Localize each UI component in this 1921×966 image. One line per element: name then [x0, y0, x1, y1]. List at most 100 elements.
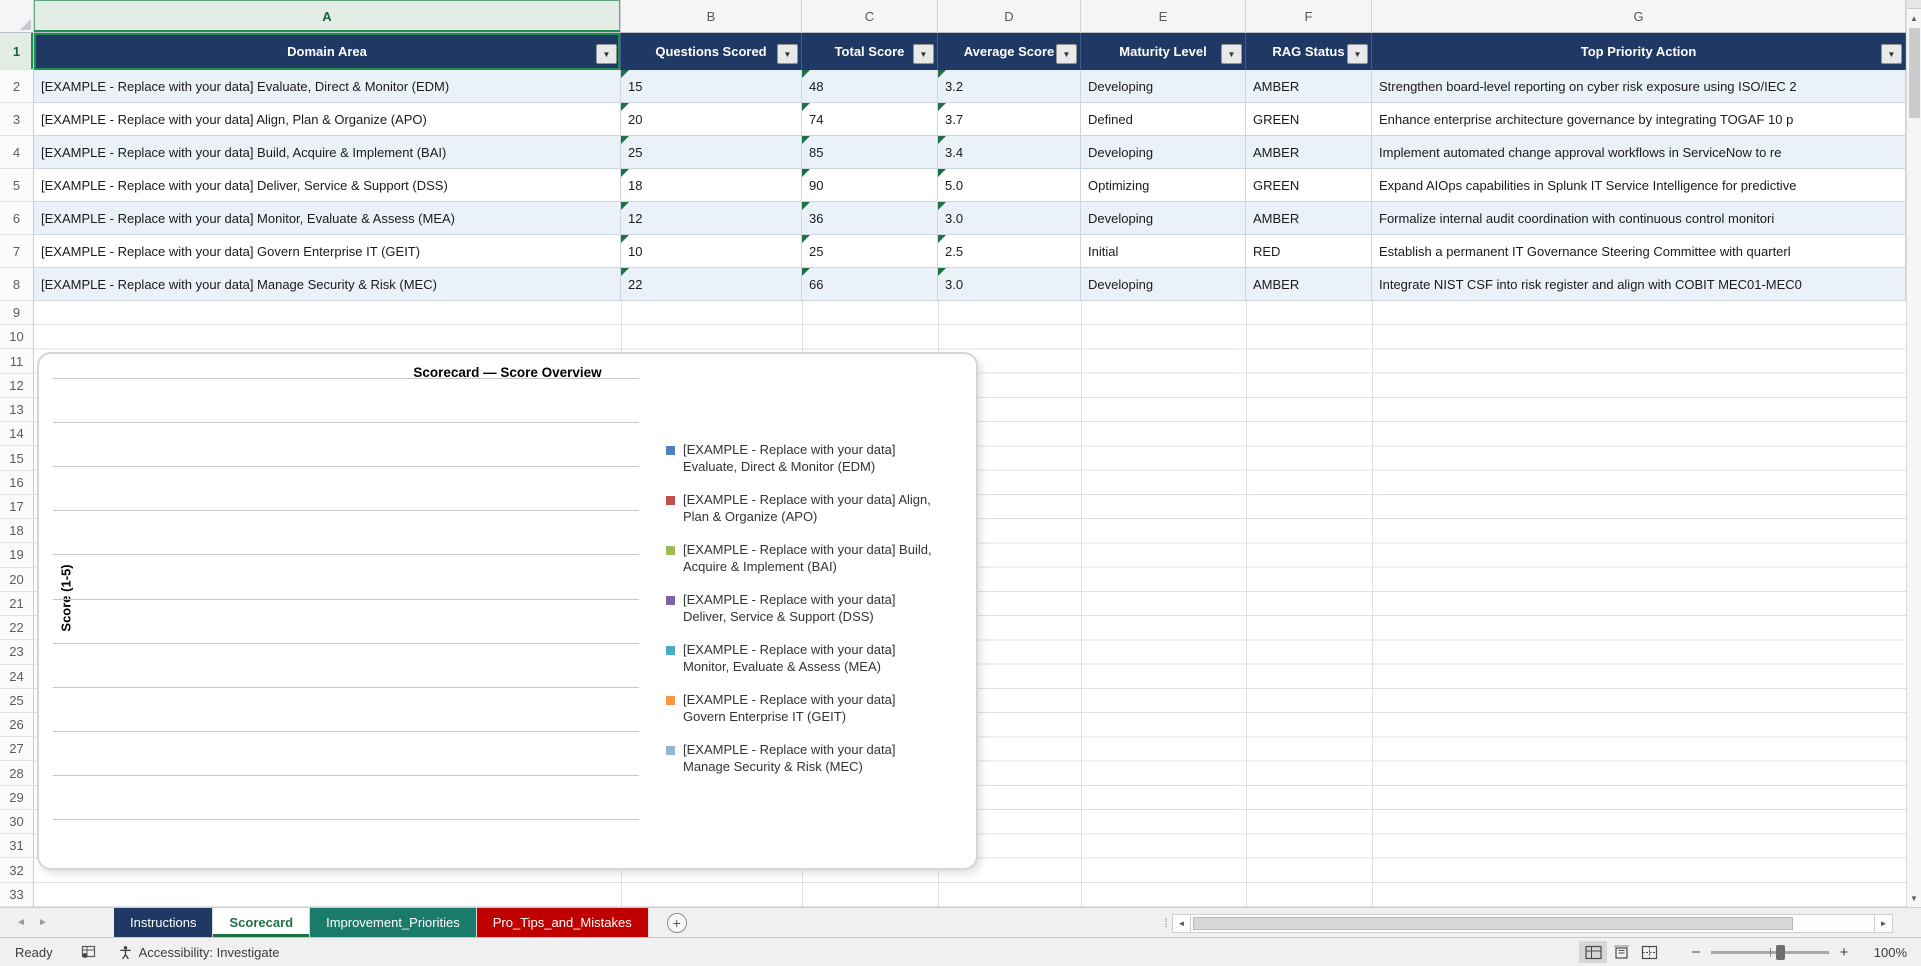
embedded-chart[interactable]: Scorecard — Score Overview Score (1-5) [… — [37, 352, 978, 870]
cell-G8[interactable]: Integrate NIST CSF into risk register an… — [1372, 268, 1906, 301]
column-header-A[interactable]: A — [34, 0, 621, 32]
cell-A7[interactable]: [EXAMPLE - Replace with your data] Gover… — [34, 235, 621, 268]
sheet-nav-left-button[interactable]: ◄ — [10, 917, 32, 928]
filter-button-maturity-level[interactable]: ▼ — [1221, 44, 1242, 64]
zoom-slider[interactable] — [1711, 951, 1829, 954]
tab-split-handle[interactable]: ⁞ — [1160, 916, 1172, 930]
cell-F8[interactable]: AMBER — [1246, 268, 1372, 301]
row-header-1[interactable]: 1 — [0, 33, 33, 70]
cell-C8[interactable]: 66 — [802, 268, 938, 301]
row-header-6[interactable]: 6 — [0, 202, 33, 235]
row-header-24[interactable]: 24 — [0, 665, 33, 689]
cell-D4[interactable]: 3.4 — [938, 136, 1081, 169]
column-header-B[interactable]: B — [621, 0, 802, 32]
filter-button-domain-area[interactable]: ▼ — [596, 44, 617, 64]
filter-button-average-score[interactable]: ▼ — [1056, 44, 1077, 64]
cell-F6[interactable]: AMBER — [1246, 202, 1372, 235]
page-layout-view-button[interactable] — [1607, 941, 1635, 963]
cell-E5[interactable]: Optimizing — [1081, 169, 1246, 202]
cell-F4[interactable]: AMBER — [1246, 136, 1372, 169]
cell-G7[interactable]: Establish a permanent IT Governance Stee… — [1372, 235, 1906, 268]
row-header-12[interactable]: 12 — [0, 374, 33, 398]
cell-G6[interactable]: Formalize internal audit coordination wi… — [1372, 202, 1906, 235]
row-header-5[interactable]: 5 — [0, 169, 33, 202]
row-header-20[interactable]: 20 — [0, 568, 33, 592]
row-header-15[interactable]: 15 — [0, 446, 33, 470]
row-header-33[interactable]: 33 — [0, 883, 33, 907]
cell-D2[interactable]: 3.2 — [938, 70, 1081, 103]
zoom-level-label[interactable]: 100% — [1861, 945, 1907, 960]
cell-A4[interactable]: [EXAMPLE - Replace with your data] Build… — [34, 136, 621, 169]
cell-D6[interactable]: 3.0 — [938, 202, 1081, 235]
page-break-view-button[interactable] — [1635, 941, 1663, 963]
row-header-10[interactable]: 10 — [0, 325, 33, 349]
row-header-3[interactable]: 3 — [0, 103, 33, 136]
header-cell-domain-area[interactable]: Domain Area▼ — [34, 33, 621, 70]
cell-D8[interactable]: 3.0 — [938, 268, 1081, 301]
filter-button-questions-scored[interactable]: ▼ — [777, 44, 798, 64]
zoom-in-button[interactable]: + — [1835, 944, 1853, 961]
normal-view-button[interactable] — [1579, 941, 1607, 963]
column-header-E[interactable]: E — [1081, 0, 1246, 32]
scrollbar-split-handle[interactable] — [1907, 0, 1921, 9]
cell-F7[interactable]: RED — [1246, 235, 1372, 268]
cell-B2[interactable]: 15 — [621, 70, 802, 103]
cell-E3[interactable]: Defined — [1081, 103, 1246, 136]
row-header-25[interactable]: 25 — [0, 689, 33, 713]
row-header-26[interactable]: 26 — [0, 713, 33, 737]
new-sheet-button[interactable]: + — [667, 913, 687, 933]
sheet-tab-pro-tips-and-mistakes[interactable]: Pro_Tips_and_Mistakes — [477, 908, 649, 937]
cell-G3[interactable]: Enhance enterprise architecture governan… — [1372, 103, 1906, 136]
cell-B4[interactable]: 25 — [621, 136, 802, 169]
cell-E4[interactable]: Developing — [1081, 136, 1246, 169]
cell-B6[interactable]: 12 — [621, 202, 802, 235]
sheet-nav-right-button[interactable]: ► — [32, 917, 54, 928]
cell-F2[interactable]: AMBER — [1246, 70, 1372, 103]
cell-G4[interactable]: Implement automated change approval work… — [1372, 136, 1906, 169]
cell-E2[interactable]: Developing — [1081, 70, 1246, 103]
row-header-4[interactable]: 4 — [0, 136, 33, 169]
header-cell-maturity-level[interactable]: Maturity Level▼ — [1081, 33, 1246, 70]
row-header-27[interactable]: 27 — [0, 737, 33, 761]
horizontal-scrollbar[interactable]: ⁞ ◄ ► — [1160, 911, 1893, 935]
header-cell-rag-status[interactable]: RAG Status▼ — [1246, 33, 1372, 70]
vertical-scrollbar[interactable]: ▲ ▼ — [1906, 0, 1921, 907]
scroll-down-button[interactable]: ▼ — [1907, 889, 1921, 907]
cell-C2[interactable]: 48 — [802, 70, 938, 103]
header-cell-top-priority-action[interactable]: Top Priority Action▼ — [1372, 33, 1906, 70]
cell-C7[interactable]: 25 — [802, 235, 938, 268]
row-header-31[interactable]: 31 — [0, 834, 33, 858]
zoom-slider-thumb[interactable] — [1776, 945, 1785, 960]
horizontal-scrollbar-track[interactable] — [1191, 914, 1874, 933]
header-cell-questions-scored[interactable]: Questions Scored▼ — [621, 33, 802, 70]
filter-button-total-score[interactable]: ▼ — [913, 44, 934, 64]
cell-B3[interactable]: 20 — [621, 103, 802, 136]
row-header-14[interactable]: 14 — [0, 422, 33, 446]
cell-A5[interactable]: [EXAMPLE - Replace with your data] Deliv… — [34, 169, 621, 202]
cell-C5[interactable]: 90 — [802, 169, 938, 202]
sheet-tab-improvement-priorities[interactable]: Improvement_Priorities — [310, 908, 477, 937]
cell-C6[interactable]: 36 — [802, 202, 938, 235]
row-header-32[interactable]: 32 — [0, 858, 33, 882]
header-cell-average-score[interactable]: Average Score▼ — [938, 33, 1081, 70]
cell-G5[interactable]: Expand AIOps capabilities in Splunk IT S… — [1372, 169, 1906, 202]
row-header-7[interactable]: 7 — [0, 235, 33, 268]
cell-A2[interactable]: [EXAMPLE - Replace with your data] Evalu… — [34, 70, 621, 103]
cell-F3[interactable]: GREEN — [1246, 103, 1372, 136]
cell-C4[interactable]: 85 — [802, 136, 938, 169]
sheet-tab-instructions[interactable]: Instructions — [114, 908, 213, 937]
cell-A6[interactable]: [EXAMPLE - Replace with your data] Monit… — [34, 202, 621, 235]
cell-D7[interactable]: 2.5 — [938, 235, 1081, 268]
select-all-corner[interactable] — [0, 0, 34, 32]
cell-F5[interactable]: GREEN — [1246, 169, 1372, 202]
cell-D5[interactable]: 5.0 — [938, 169, 1081, 202]
cell-A8[interactable]: [EXAMPLE - Replace with your data] Manag… — [34, 268, 621, 301]
row-header-8[interactable]: 8 — [0, 268, 33, 301]
filter-button-rag-status[interactable]: ▼ — [1347, 44, 1368, 64]
row-header-23[interactable]: 23 — [0, 640, 33, 664]
accessibility-status-button[interactable]: Accessibility: Investigate — [118, 945, 280, 960]
zoom-out-button[interactable]: − — [1687, 944, 1705, 961]
column-header-G[interactable]: G — [1372, 0, 1906, 32]
column-header-D[interactable]: D — [938, 0, 1081, 32]
cell-B8[interactable]: 22 — [621, 268, 802, 301]
